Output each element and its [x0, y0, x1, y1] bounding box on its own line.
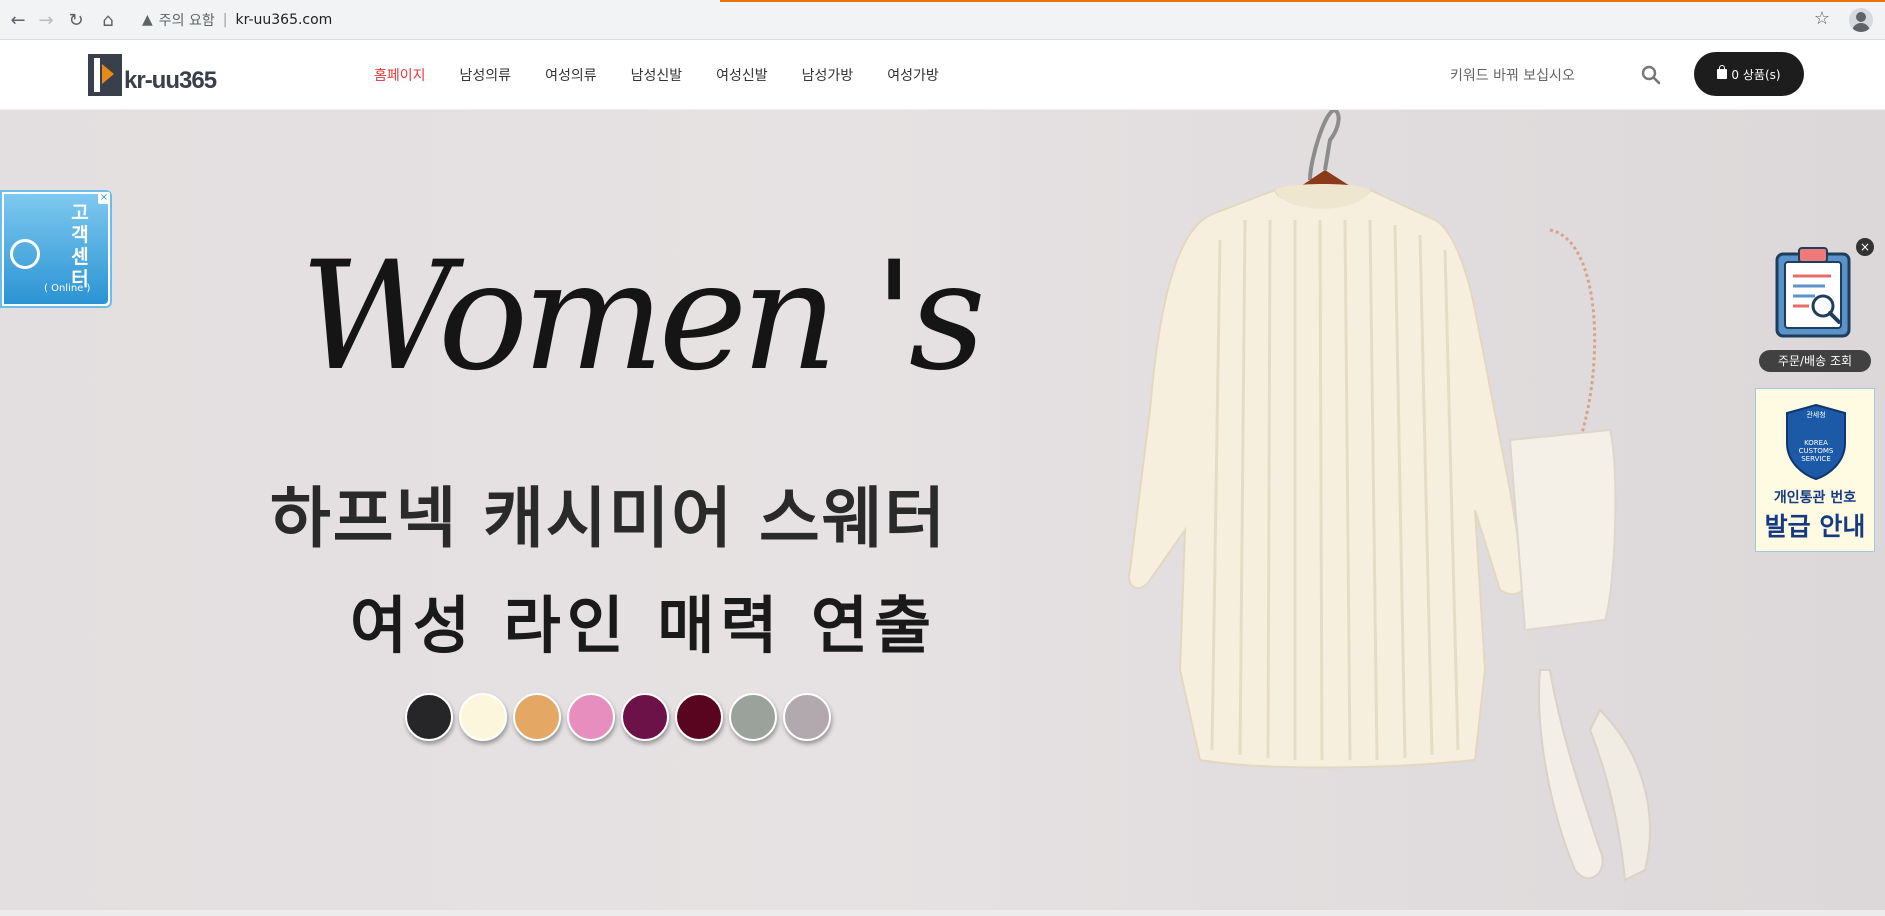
address-bar[interactable]: ▲ 주의 요함 | kr-uu365.com: [130, 5, 1810, 35]
page-bottom-strip: [0, 910, 1885, 916]
nav-item-home[interactable]: 홈페이지: [374, 65, 426, 85]
cs-char: 센: [71, 246, 89, 268]
color-swatch: [405, 693, 453, 741]
search-input[interactable]: [1450, 62, 1630, 90]
security-warning-text[interactable]: 주의 요함: [159, 10, 215, 30]
sweater-product-image: [1128, 110, 1651, 882]
hero-title: Women 's: [300, 230, 986, 404]
close-icon[interactable]: ×: [98, 192, 110, 204]
hero-banner[interactable]: Women 's 하프넥 캐시미어 스웨터 여성 라인 매력 연출: [0, 110, 1885, 910]
customs-seal-line: CUSTOMS: [1799, 447, 1834, 455]
forward-icon[interactable]: →: [34, 8, 58, 32]
cart-label: 0 상품(s): [1731, 67, 1781, 82]
order-tracking-label: 주문/배송 조회: [1759, 350, 1871, 372]
page-load-indicator: [720, 0, 1885, 2]
customs-seal-top: 관세청: [1806, 410, 1825, 419]
color-swatch: [729, 693, 777, 741]
color-swatch: [459, 693, 507, 741]
close-icon[interactable]: ×: [1856, 238, 1874, 256]
color-swatch: [621, 693, 669, 741]
customs-seal-line: SERVICE: [1801, 455, 1831, 463]
nav-item-mens-clothing[interactable]: 남성의류: [460, 65, 512, 85]
cs-char: 객: [71, 224, 89, 246]
color-swatch: [783, 693, 831, 741]
customs-shield-logo: 관세청 KOREA CUSTOMS SERVICE: [1786, 403, 1846, 481]
color-swatch: [675, 693, 723, 741]
color-swatches: [405, 693, 837, 741]
bookmark-star-icon[interactable]: ☆: [1814, 8, 1830, 29]
customs-clearance-widget[interactable]: 관세청 KOREA CUSTOMS SERVICE 개인통관 번호 발급 안내: [1755, 388, 1875, 552]
address-separator: |: [222, 12, 228, 28]
customs-label-line1: 개인통관 번호: [1773, 490, 1857, 506]
browser-toolbar: ← → ↻ ⌂ ▲ 주의 요함 | kr-uu365.com ☆: [0, 0, 1885, 40]
nav-item-mens-shoes[interactable]: 남성신발: [631, 65, 683, 85]
nav-item-mens-bags[interactable]: 남성가방: [802, 65, 854, 85]
site-header: kr-uu365 홈페이지 남성의류 여성의류 남성신발 여성신발 남성가방 여…: [0, 40, 1885, 110]
online-label: ( Online ): [44, 283, 91, 294]
search-icon[interactable]: [1640, 64, 1662, 86]
order-tracking-widget[interactable]: × 주문/배송 조회: [1755, 238, 1874, 374]
logo-mark: [88, 54, 122, 96]
color-swatch: [513, 693, 561, 741]
reload-icon[interactable]: ↻: [64, 8, 88, 32]
nav-item-womens-clothing[interactable]: 여성의류: [545, 65, 597, 85]
customs-label-line2: 발급 안내: [1764, 512, 1866, 541]
site-logo[interactable]: kr-uu365: [88, 54, 217, 96]
profile-avatar-icon[interactable]: [1849, 8, 1873, 32]
main-navigation: 홈페이지 남성의류 여성의류 남성신발 여성신발 남성가방 여성가방: [360, 40, 959, 110]
shopping-bag-icon: [1717, 65, 1728, 79]
url-text[interactable]: kr-uu365.com: [235, 12, 332, 28]
customer-service-widget[interactable]: 고 객 센 터 ( Online ) ×: [0, 190, 112, 308]
customer-service-panel: 고 객 센 터 ( Online ): [4, 194, 108, 304]
back-icon[interactable]: ←: [6, 8, 30, 32]
clipboard-search-icon: [1775, 247, 1851, 338]
color-swatch: [567, 693, 615, 741]
cart-button[interactable]: 0 상품(s): [1694, 52, 1804, 96]
hero-subtitle-product: 하프넥 캐시미어 스웨터: [270, 480, 948, 557]
logo-text: kr-uu365: [124, 67, 217, 94]
nav-item-womens-bags[interactable]: 여성가방: [887, 65, 939, 85]
warning-icon[interactable]: ▲: [142, 12, 153, 28]
nav-item-womens-shoes[interactable]: 여성신발: [716, 65, 768, 85]
cs-char: 고: [71, 202, 89, 224]
phone-icon: [10, 239, 40, 269]
hero-subtitle-tagline: 여성 라인 매력 연출: [350, 589, 938, 662]
customer-service-label: 고 객 센 터: [68, 202, 92, 290]
customs-seal-line: KOREA: [1804, 439, 1828, 447]
home-icon[interactable]: ⌂: [96, 8, 120, 32]
